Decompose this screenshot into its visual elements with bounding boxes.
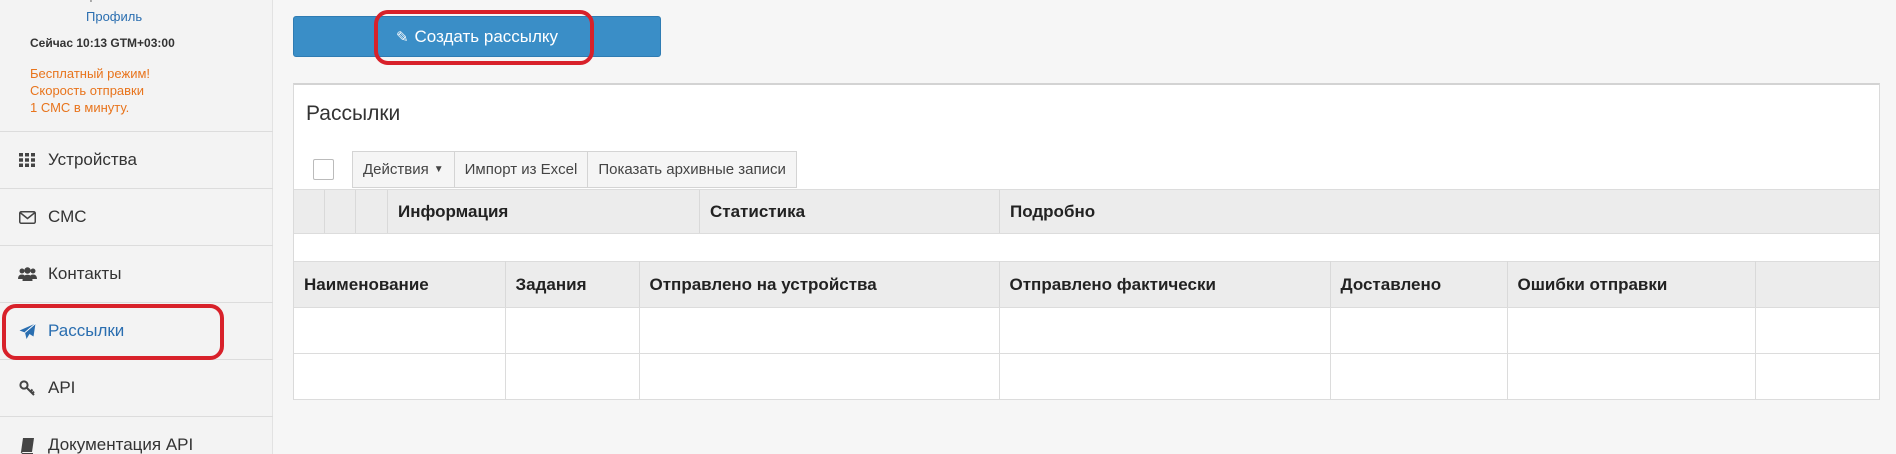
mailings-table: Наименование Задания Отправлено на устро… (294, 261, 1879, 400)
username-fragment: т (88, 0, 94, 5)
sidebar-item-api[interactable]: API (0, 359, 273, 416)
sidebar: т Профиль Сейчас 10:13 GTM+03:00 Бесплат… (0, 0, 273, 454)
free-mode-warning: Бесплатный режим! Скорость отправки 1 СМ… (30, 65, 150, 116)
table-toolbar: Действия ▼ Импорт из Excel Показать архи… (294, 151, 797, 188)
group-header-details[interactable]: Подробно (1000, 190, 1879, 233)
col-extra (1755, 261, 1879, 308)
actions-label: Действия (363, 161, 429, 178)
table-cell (505, 307, 640, 354)
table-cell (1330, 353, 1508, 400)
highlight-annotation-nav (2, 304, 224, 360)
profile-link[interactable]: Профиль (86, 9, 142, 24)
group-header-info[interactable]: Информация (388, 190, 700, 233)
panel-title: Рассылки (306, 102, 401, 125)
current-time: Сейчас 10:13 GTM+03:00 (30, 36, 175, 50)
col-sent-to-devices[interactable]: Отправлено на устройства (639, 261, 1000, 308)
table-cell (1755, 353, 1879, 400)
group-header-blank (325, 190, 356, 233)
table-cell (1507, 307, 1756, 354)
show-archive-button[interactable]: Показать архивные записи (588, 151, 797, 188)
sidebar-nav: Устройства СМС Контакты Рассылки API Док… (0, 131, 273, 454)
caret-down-icon: ▼ (433, 164, 444, 175)
table-cell (294, 353, 506, 400)
actions-dropdown[interactable]: Действия ▼ (352, 151, 455, 188)
group-header-stats[interactable]: Статистика (700, 190, 1000, 233)
table-cell (639, 307, 1000, 354)
col-errors[interactable]: Ошибки отправки (1507, 261, 1756, 308)
table-header-row: Наименование Задания Отправлено на устро… (294, 261, 1879, 308)
warning-line-3: 1 СМС в минуту. (30, 100, 130, 115)
sidebar-item-api-docs[interactable]: Документация API (0, 416, 273, 454)
warning-line-1: Бесплатный режим! (30, 66, 151, 81)
sidebar-user-info: т Профиль Сейчас 10:13 GTM+03:00 Бесплат… (0, 0, 273, 131)
warning-line-2: Скорость отправки (30, 83, 145, 98)
table-cell (999, 353, 1331, 400)
col-name[interactable]: Наименование (294, 261, 506, 308)
highlight-annotation-button (374, 10, 594, 65)
sidebar-item-label: Документация API (48, 435, 194, 454)
sidebar-item-label: API (48, 378, 76, 397)
sidebar-item-label: Устройства (48, 150, 137, 169)
group-header-blank (356, 190, 388, 233)
select-all-checkbox[interactable] (312, 159, 334, 180)
sidebar-item-label: СМС (48, 207, 87, 226)
key-icon (17, 378, 37, 398)
main-content: ✎ Создать рассылку Рассылки Действия ▼ И… (273, 0, 1896, 454)
grid-icon (17, 150, 37, 170)
col-delivered[interactable]: Доставлено (1330, 261, 1508, 308)
select-all-cell (294, 151, 352, 188)
table-cell (639, 353, 1000, 400)
group-header-row: Информация Статистика Подробно (294, 189, 1879, 234)
envelope-icon (17, 207, 37, 227)
table-cell (1755, 307, 1879, 354)
sidebar-item-contacts[interactable]: Контакты (0, 245, 273, 302)
table-cell (294, 307, 506, 354)
sidebar-item-sms[interactable]: СМС (0, 188, 273, 245)
import-excel-button[interactable]: Импорт из Excel (454, 151, 589, 188)
sidebar-item-devices[interactable]: Устройства (0, 131, 273, 188)
table-cell (1507, 353, 1756, 400)
col-tasks[interactable]: Задания (505, 261, 640, 308)
col-sent-actual[interactable]: Отправлено фактически (999, 261, 1331, 308)
sidebar-item-label: Контакты (48, 264, 122, 283)
mailings-panel: Рассылки Действия ▼ Импорт из Excel Пока… (293, 83, 1880, 400)
table-row (294, 353, 1879, 400)
book-icon (17, 435, 37, 454)
table-row (294, 307, 1879, 354)
table-cell (505, 353, 640, 400)
users-icon (17, 264, 37, 284)
table-cell (999, 307, 1331, 354)
table-cell (1330, 307, 1508, 354)
group-header-blank (294, 190, 325, 233)
